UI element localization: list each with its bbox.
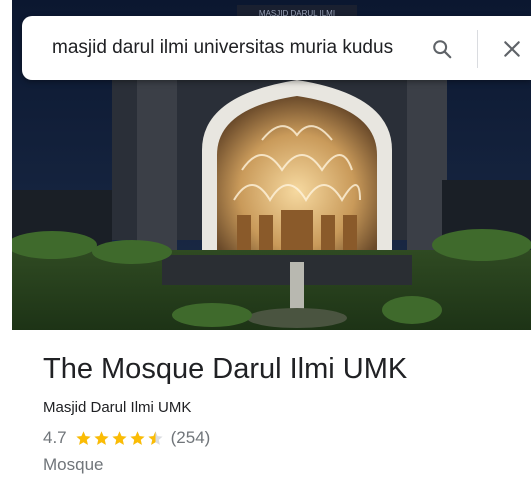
star-icon [112, 430, 127, 445]
star-icon [94, 430, 109, 445]
star-icon [130, 430, 145, 445]
place-info-panel: The Mosque Darul Ilmi UMK Masjid Darul I… [12, 330, 531, 490]
star-icon [148, 430, 163, 445]
place-subtitle: Masjid Darul Ilmi UMK [43, 399, 192, 416]
rating-row[interactable]: 4.7 (254) [43, 428, 210, 448]
place-title: The Mosque Darul Ilmi UMK [43, 353, 408, 385]
star-icon [76, 430, 91, 445]
review-count[interactable]: (254) [171, 428, 211, 448]
search-icon [433, 40, 452, 59]
search-box [22, 16, 531, 80]
search-divider [477, 30, 478, 68]
close-icon [504, 41, 520, 57]
search-input[interactable] [52, 37, 397, 59]
rating-value: 4.7 [43, 428, 67, 447]
place-category[interactable]: Mosque [43, 455, 103, 475]
search-button[interactable] [426, 33, 458, 65]
close-button[interactable] [496, 33, 528, 65]
star-rating [75, 430, 165, 447]
